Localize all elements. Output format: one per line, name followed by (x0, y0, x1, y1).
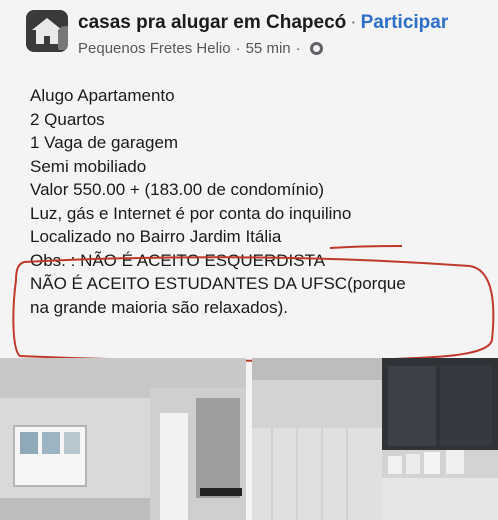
post-header: casas pra alugar em Chapecó · Participar P… (0, 0, 498, 72)
title-separator: · (350, 12, 357, 33)
join-button[interactable]: Participar (361, 12, 449, 33)
title-line: casas pra alugar em Chapecó · Participar (78, 12, 448, 34)
globe-icon (309, 42, 323, 55)
post-text-line: Valor 550.00 + (183.00 de condomínio) (30, 180, 325, 199)
post-time-link[interactable]: 55 min (246, 40, 291, 57)
meta-separator: · (235, 40, 241, 57)
post-text-line: 1 Vaga de garagem (30, 133, 179, 152)
post-text-line: 2 Quartos (30, 109, 105, 129)
group-name-link[interactable]: casas pra alugar em Chapecó (78, 12, 346, 33)
post-text: Alugo Apartamento 2 Quartos 1 Vaga de ga… (30, 84, 480, 319)
person-shape (58, 26, 68, 50)
apartment-photo-2[interactable] (252, 358, 498, 520)
post-text-line: NÃO É ACEITO ESTUDANTES DA UFSC(porque (30, 274, 406, 293)
room-illustration (0, 358, 246, 520)
kitchen-illustration (252, 358, 498, 520)
apartment-photo-1[interactable] (0, 358, 246, 520)
photo-gallery (0, 358, 498, 520)
author-name-link[interactable]: Pequenos Fretes Helio (78, 40, 231, 57)
meta-separator-2: · (295, 40, 301, 57)
house-roof-shape (32, 18, 62, 30)
post-meta: Pequenos Fretes Helio · 55 min · (78, 40, 323, 57)
post-text-line: na grande maioria são relaxados). (30, 297, 288, 317)
post-text-line: Alugo Apartamento (30, 86, 175, 105)
group-avatar[interactable] (26, 10, 68, 52)
house-door-shape (44, 36, 50, 44)
post-text-line: Luz, gás e Internet é por conta do inqui… (30, 203, 352, 223)
post-text-line: Obs. : NÃO É ACEITO ESQUERDISTA (30, 250, 326, 270)
post-text-line: Localizado no Bairro Jardim Itália (30, 227, 282, 246)
post-text-line: Semi mobiliado (30, 156, 147, 176)
